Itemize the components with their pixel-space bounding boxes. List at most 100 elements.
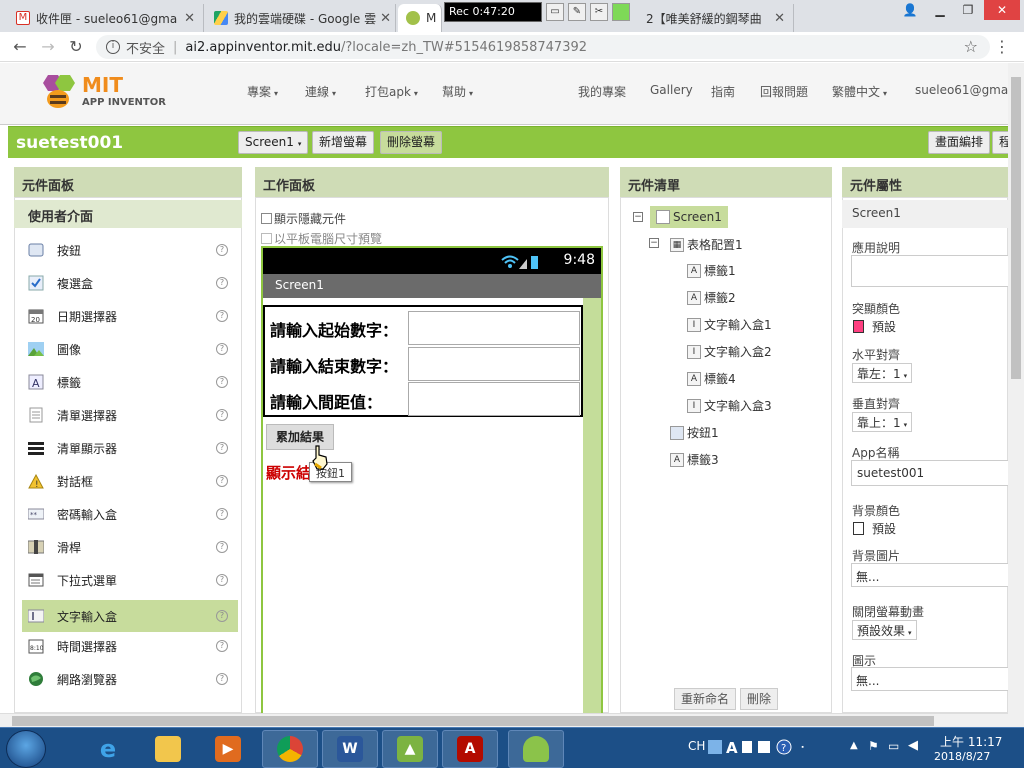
taskbar-chrome[interactable] (262, 730, 318, 768)
remove-screen-button[interactable]: 刪除螢幕 (380, 131, 443, 154)
textbox-start[interactable] (408, 311, 580, 345)
pen-icon[interactable]: ✎ (568, 3, 586, 21)
scissors-icon[interactable]: ✂ (590, 3, 608, 21)
tree-node-label4[interactable]: A 標籤4 (687, 370, 736, 387)
palette-item-label[interactable]: A 標籤? (22, 366, 238, 398)
help-icon[interactable]: ? (216, 310, 228, 322)
palette-item-password[interactable]: ** 密碼輸入盒? (22, 498, 238, 530)
bookmark-star-icon[interactable]: ☆ (964, 37, 978, 56)
help-icon[interactable]: ? (216, 508, 228, 520)
palette-item-timepicker[interactable]: 8:10 時間選擇器? (22, 630, 238, 662)
label-start-number[interactable]: 請輸入起始數字： (270, 317, 398, 341)
taskbar-word[interactable]: W (322, 730, 378, 768)
ime-indicator[interactable]: CH (688, 739, 705, 753)
menu-language[interactable]: 繁體中文 ▾ (832, 83, 887, 100)
delete-button[interactable]: 刪除 (740, 688, 779, 710)
tree-node-textbox2[interactable]: I 文字輸入盒2 (687, 343, 772, 360)
menu-kebab-icon[interactable]: ⋮ (994, 37, 1010, 56)
taskbar-explorer[interactable] (140, 730, 196, 768)
palette-category-user-interface[interactable]: 使用者介面 (14, 200, 242, 228)
tab-gmail[interactable]: M 收件匣 - sueleo61@gma ✕ (8, 4, 204, 32)
link-report-issue[interactable]: 回報問題 (760, 83, 808, 100)
table-arrangement[interactable]: 請輸入起始數字： 請輸入結束數字： 請輸入間距值： (263, 305, 583, 417)
label-end-number[interactable]: 請輸入結束數字： (270, 353, 398, 377)
volume-icon[interactable]: ◀ (908, 738, 918, 753)
taskbar-acrobat[interactable]: A (442, 730, 498, 768)
taskbar-time[interactable]: 上午 11:17 (940, 733, 1002, 750)
add-screen-button[interactable]: 新增螢幕 (312, 131, 375, 154)
record-color-icon[interactable] (612, 3, 630, 21)
textbox-step[interactable] (408, 382, 580, 416)
window-close-icon[interactable]: ✕ (984, 0, 1020, 20)
rename-button[interactable]: 重新命名 (674, 688, 737, 710)
prop-closeanim-select[interactable]: 預設效果 ▾ (852, 620, 917, 640)
help-icon[interactable]: ? (216, 343, 228, 355)
horizontal-scrollbar[interactable] (0, 713, 1010, 727)
taskbar-android[interactable] (508, 730, 564, 768)
url-field[interactable]: i 不安全 | ai2.appinventor.mit.edu /?locale… (96, 35, 990, 59)
link-guide[interactable]: 指南 (711, 83, 735, 100)
prop-appname-field[interactable]: suetest001 (851, 460, 1011, 486)
prop-about-field[interactable] (851, 255, 1011, 287)
help-icon[interactable]: ? (216, 442, 228, 454)
vertical-scrollbar[interactable] (1008, 63, 1024, 727)
help-icon[interactable]: ? (216, 376, 228, 388)
collapse-icon[interactable]: − (649, 238, 659, 248)
tab-appinventor[interactable]: M (398, 4, 442, 32)
show-hidden-checkbox[interactable]: 顯示隱藏元件 (261, 210, 346, 227)
menu-help[interactable]: 幫助 ▾ (442, 83, 473, 100)
textbox-end[interactable] (408, 347, 580, 381)
tree-node-button1[interactable]: 按鈕1 (670, 424, 719, 441)
palette-item-datepicker[interactable]: 20 日期選擇器? (22, 300, 238, 332)
result-label[interactable]: 顯示結 (266, 462, 311, 483)
close-icon[interactable]: ✕ (770, 11, 785, 26)
palette-item-checkbox[interactable]: 複選盒? (22, 267, 238, 299)
help-icon[interactable]: ? (216, 640, 228, 652)
scrollbar-thumb[interactable] (12, 716, 934, 726)
tree-node-textbox3[interactable]: I 文字輸入盒3 (687, 397, 772, 414)
designer-button[interactable]: 畫面編排 (928, 131, 991, 154)
prop-accent-color[interactable]: 預設 (853, 318, 896, 335)
user-account[interactable]: sueleo61@gmail. (915, 83, 1019, 97)
tablet-preview-checkbox[interactable]: 以平板電腦尺寸預覽 (261, 230, 382, 247)
palette-item-image[interactable]: 圖像? (22, 333, 238, 365)
checkbox-box[interactable] (261, 233, 272, 244)
back-icon[interactable]: ← (10, 37, 30, 57)
tab-drive[interactable]: 我的雲端硬碟 - Google 雲 ✕ (206, 4, 396, 32)
minimize-icon[interactable]: ▁ (926, 0, 954, 20)
taskbar-media[interactable]: ▶ (200, 730, 256, 768)
palette-item-listpicker[interactable]: 清單選擇器? (22, 399, 238, 431)
scrollbar-thumb[interactable] (1011, 77, 1021, 379)
restore-icon[interactable]: ❐ (954, 0, 982, 20)
help-icon[interactable]: ? (216, 541, 228, 553)
screen-select[interactable]: Screen1 ▾ (238, 131, 309, 154)
collapse-icon[interactable]: − (633, 212, 643, 222)
help-icon[interactable]: ? (216, 409, 228, 421)
palette-item-button[interactable]: 按鈕? (22, 234, 238, 266)
info-icon[interactable]: i (106, 40, 120, 54)
taskbar-ie[interactable]: e (80, 730, 136, 768)
mit-app-inventor-logo[interactable]: MIT APP INVENTOR (36, 69, 166, 117)
user-icon[interactable]: 👤 (896, 0, 924, 20)
prop-halign-select[interactable]: 靠左：1 ▾ (852, 363, 913, 383)
prop-bgcolor-color[interactable]: 預設 (853, 520, 896, 537)
menu-project[interactable]: 專案 ▾ (247, 83, 278, 100)
close-icon[interactable]: ✕ (180, 11, 195, 26)
palette-item-webviewer[interactable]: 網路瀏覽器? (22, 663, 238, 695)
help-icon[interactable]: ? (216, 673, 228, 685)
comment-icon[interactable]: ▭ (546, 3, 564, 21)
taskbar-date[interactable]: 2018/8/27 (934, 750, 990, 763)
flag-icon[interactable]: ⚑ (868, 739, 879, 753)
menu-build[interactable]: 打包apk ▾ (365, 83, 418, 100)
palette-item-listview[interactable]: 清單顯示器? (22, 432, 238, 464)
tree-node-textbox1[interactable]: I 文字輸入盒1 (687, 316, 772, 333)
tab-youtube[interactable]: 2【唯美舒緩的鋼琴曲 ✕ (638, 4, 794, 32)
reload-icon[interactable]: ↻ (66, 37, 86, 57)
tray-ime-tools-icon[interactable]: A ? ⠂ (708, 738, 848, 756)
palette-item-notifier[interactable]: ! 對話框? (22, 465, 238, 497)
tree-node-label2[interactable]: A 標籤2 (687, 289, 736, 306)
prop-valign-select[interactable]: 靠上：1 ▾ (852, 412, 913, 432)
start-button[interactable] (6, 730, 46, 768)
prop-bgimage-field[interactable]: 無... (851, 563, 1011, 587)
help-icon[interactable]: ? (216, 475, 228, 487)
